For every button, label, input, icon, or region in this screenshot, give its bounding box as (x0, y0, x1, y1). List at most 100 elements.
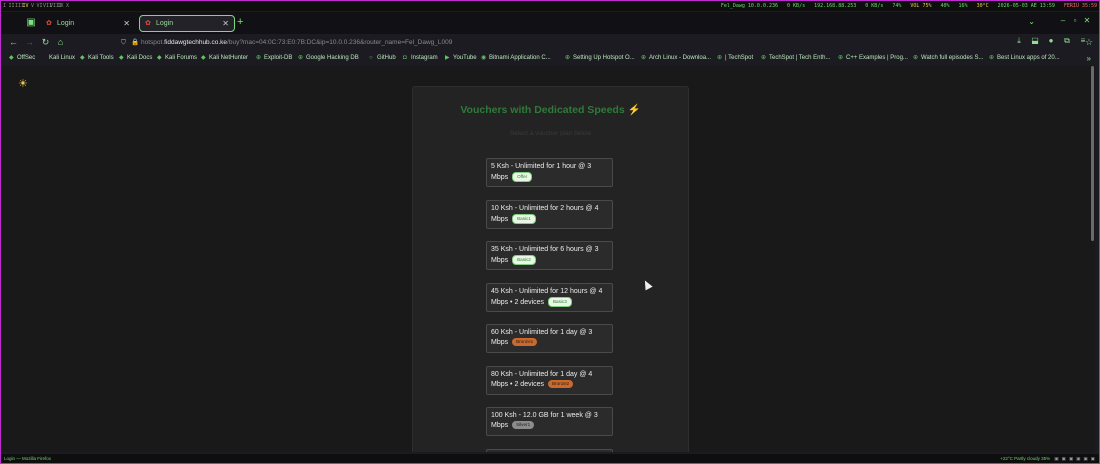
workspace-item[interactable]: IX (57, 1, 64, 11)
workspace-item[interactable]: I (1, 1, 8, 11)
account-icon[interactable]: ● (1043, 36, 1059, 45)
tray-icon[interactable]: ▣ (1062, 454, 1066, 463)
url-prefix: hotspot. (141, 39, 165, 46)
shield-icon[interactable]: ⛉ (121, 36, 131, 49)
tab-label: Login (57, 20, 75, 27)
voucher-option[interactable]: 35 Ksh - Unlimited for 6 hours @ 3 Mbps … (486, 241, 613, 270)
bookmark-icon: ◆ (9, 55, 14, 61)
page-scrollbar[interactable] (1091, 66, 1094, 241)
bookmark-item[interactable]: ⊕ Setting Up Hotspot O... (565, 52, 635, 65)
wifi-strength: 74% (892, 3, 902, 9)
workspace-item[interactable]: III (15, 1, 24, 11)
workspace-item[interactable]: VII (43, 1, 52, 11)
voucher-label: 45 Ksh - Unlimited for 12 hours @ 4 Mbps… (491, 288, 603, 306)
bookmark-item[interactable]: ⊕ Google Hacking DB (298, 52, 359, 65)
bookmark-label: Best Linux apps of 20... (997, 55, 1060, 61)
bookmark-label: Watch full episodes S... (921, 55, 984, 61)
reload-icon[interactable]: ↻ (39, 36, 52, 49)
workspace-item-active[interactable]: IV (22, 1, 29, 11)
bookmark-item[interactable]: ◆ Kali Tools (80, 52, 114, 65)
list-all-tabs-icon[interactable]: ⌄ (1028, 17, 1035, 26)
voucher-option[interactable]: 10 Ksh - Unlimited for 2 hours @ 4 Mbps … (486, 200, 613, 229)
bookmark-item[interactable]: ◆ Kali Forums (157, 52, 197, 65)
workspace-switcher[interactable]: I IIIIIIV V VIVIIVIIIIX X (1, 1, 71, 11)
workspace-item[interactable]: V (29, 1, 36, 11)
tray-icon[interactable]: ▣ (1069, 454, 1073, 463)
workspace-item[interactable]: X (64, 1, 71, 11)
close-tab-icon[interactable]: ✕ (222, 16, 229, 31)
volume-level[interactable]: VOL 75% (910, 3, 931, 9)
tab-label: Login (156, 20, 174, 27)
voucher-option[interactable]: 100 Ksh - 12.0 GB for 1 week @ 3 Mbps Si… (486, 407, 613, 436)
url-bar[interactable]: ⛉ 🔒 hotspot.fiddawgtechhub.co.ke/buy?mac=0… (115, 36, 1093, 49)
voucher-option[interactable]: 45 Ksh - Unlimited for 12 hours @ 4 Mbps… (486, 283, 613, 312)
bookmarks-overflow-icon[interactable]: » (1087, 52, 1091, 65)
bookmark-item[interactable]: ▶ YouTube (445, 52, 477, 65)
tray-icon[interactable]: ▣ (1054, 454, 1058, 463)
bookmark-item[interactable]: ⊕ Exploit-DB (256, 52, 292, 65)
minimize-icon[interactable]: – (1057, 16, 1069, 25)
bookmark-item[interactable]: ◆ OffSec (9, 52, 35, 65)
bookmark-item[interactable]: ⊕ Arch Linux - Downloa... (641, 52, 711, 65)
bookmark-label: Google Hacking DB (306, 55, 359, 61)
voucher-label: 10 Ksh - Unlimited for 2 hours @ 4 Mbps (491, 205, 599, 223)
bookmark-icon: ◆ (157, 55, 162, 61)
workspace-item[interactable]: II (8, 1, 15, 11)
bookmark-item[interactable]: ⊕ TechSpot | Tech Enth... (761, 52, 831, 65)
bookmark-item[interactable]: ◘ Instagram (403, 52, 438, 65)
maximize-icon[interactable]: ▫ (1069, 16, 1081, 25)
bookmark-item[interactable]: ⊕ Watch full episodes S... (913, 52, 983, 65)
voucher-badge: Bronze1 (512, 338, 538, 347)
host-label: Fel_Dawg 10.0.0.236 (720, 3, 779, 9)
bookmark-label: YouTube (453, 55, 477, 61)
bookmark-label: Exploit-DB (264, 55, 293, 61)
bookmark-icon: ⊕ (298, 55, 304, 61)
extensions-icon[interactable]: ⧉ (1059, 36, 1075, 46)
bookmark-label: C++ Examples | Prog... (846, 55, 908, 61)
tab-login[interactable]: ✿ Login ✕ (41, 15, 135, 32)
voucher-option[interactable]: 60 Ksh - Unlimited for 1 day @ 3 Mbps Br… (486, 324, 613, 353)
close-tab-icon[interactable]: ✕ (123, 15, 130, 32)
lock-icon[interactable]: 🔒 (131, 36, 141, 49)
tray-icon[interactable]: ▣ (1076, 454, 1080, 463)
forward-arrow-icon[interactable]: → (23, 36, 36, 49)
download-icon[interactable]: ⤓ (1011, 36, 1027, 46)
voucher-label: 35 Ksh - Unlimited for 6 hours @ 3 Mbps (491, 246, 599, 264)
page-title-text: Vouchers with Dedicated Speeds (460, 104, 625, 116)
bookmark-item[interactable]: Kali Linux (49, 52, 75, 65)
tray-icon[interactable]: ▣ (1091, 454, 1095, 463)
workspace-item[interactable]: VI (36, 1, 43, 11)
bookmark-item[interactable]: ⊕ Best Linux apps of 20... (989, 52, 1060, 65)
bookmark-icon: ⊕ (641, 55, 647, 61)
system-status-bar: I IIIIIIV V VIVIIVIIIIX X Fel_Dawg 10.0.0.23… (1, 1, 1099, 11)
pocket-icon[interactable]: ⬓ (1027, 36, 1043, 45)
window-title: Login — Mozilla Firefox (4, 456, 52, 461)
tab-login-active[interactable]: ✿ Login ✕ (139, 15, 235, 32)
tray-icon[interactable]: ▣ (1083, 454, 1087, 463)
bookmark-item[interactable]: ◆ Kali Docs (119, 52, 152, 65)
temperature: 30°C (976, 3, 989, 9)
voucher-option[interactable]: 5 Ksh - Unlimited for 1 hour @ 3 Mbps Of… (486, 158, 613, 187)
system-info: Fel_Dawg 10.0.0.236 0 KB/s 192.168.88.25… (715, 1, 1097, 11)
home-icon[interactable]: ⌂ (54, 36, 67, 49)
bookmark-icon: ⊕ (717, 55, 723, 61)
theme-toggle-sun-icon[interactable]: ☀ (18, 77, 28, 90)
voucher-option-partial[interactable] (486, 449, 613, 452)
menu-icon[interactable]: ≡ (1075, 36, 1091, 45)
bookmark-item[interactable]: ◆ Kali NetHunter (201, 52, 248, 65)
bookmark-item[interactable]: ⊕ | TechSpot (717, 52, 753, 65)
bookmark-label: Kali Tools (88, 55, 114, 61)
bookmark-item[interactable]: ◉ Bitnami Application C... (481, 52, 551, 65)
bookmark-item[interactable]: ○ GitHub (369, 52, 396, 65)
voucher-badge: Bronze2 (547, 380, 574, 389)
close-window-icon[interactable]: ✕ (1081, 16, 1093, 25)
voucher-option[interactable]: 80 Ksh - Unlimited for 1 day @ 4 Mbps • … (486, 366, 613, 395)
new-tab-button[interactable]: + (237, 17, 243, 28)
github-icon: ○ (369, 55, 373, 61)
workspace-item[interactable]: VIII (50, 1, 62, 11)
bookmark-label: Kali Linux (49, 55, 76, 61)
bookmark-icon: ⊕ (913, 55, 919, 61)
bookmark-item[interactable]: ⊕ C++ Examples | Prog... (838, 52, 908, 65)
firefox-view-icon[interactable]: ▣ (25, 17, 37, 29)
back-arrow-icon[interactable]: ← (7, 36, 20, 49)
